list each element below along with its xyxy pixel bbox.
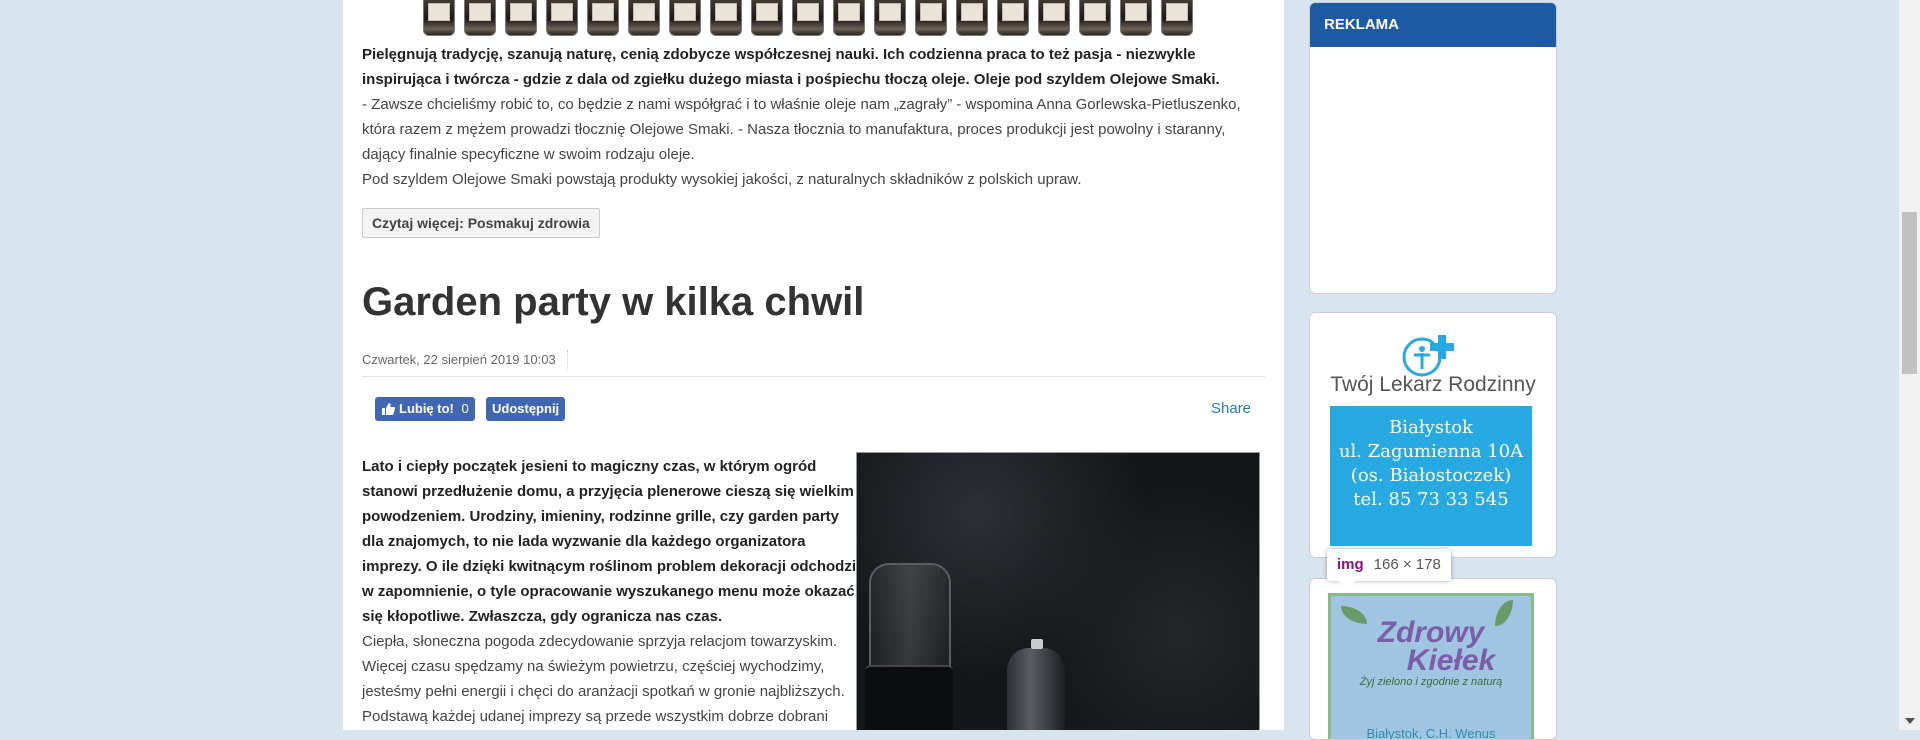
ad-city: Białystok (1389, 417, 1473, 438)
medical-cross-icon (1402, 335, 1454, 377)
bottle (628, 0, 660, 36)
ad-address-panel: Białystok ul. Zagumienna 10A (os. Białos… (1330, 406, 1532, 546)
prev-article-paragraph: - Zawsze chcieliśmy robić to, co będzie … (362, 96, 1241, 163)
tooltip-tag: img (1337, 556, 1364, 573)
facebook-share-button[interactable]: Udostępnij (486, 397, 566, 421)
share-link[interactable]: Share (1211, 400, 1251, 417)
ad-box-reklama: REKLAMA (1309, 2, 1557, 294)
bottle (874, 0, 906, 36)
bottle (423, 0, 455, 36)
bottle (1161, 0, 1193, 36)
ad-lekarz-rodzinny[interactable]: Twój Lekarz Rodzinny Białystok ul. Zagum… (1309, 312, 1557, 558)
ad-zdrowy-kielek[interactable]: Zdrowy Kiełek Żyj zielono i zgodnie z na… (1309, 578, 1557, 740)
bottle (751, 0, 783, 36)
tumbler (1007, 648, 1065, 730)
bottle (792, 0, 824, 36)
ad-title-2: Kiełek (1406, 644, 1496, 677)
ad-district: (os. Białostoczek) (1350, 465, 1512, 486)
prev-article-lead: Pielęgnują tradycję, szanują naturę, cen… (362, 46, 1220, 88)
article-body: Ciepła, słoneczna pogoda zdecydowanie sp… (362, 633, 845, 725)
ad-clinic-name: Twój Lekarz Rodzinny (1330, 373, 1536, 396)
prev-article-paragraph-2: Pod szyldem Olejowe Smaki powstają produ… (362, 171, 1082, 188)
bottle (956, 0, 988, 36)
ad-zdrowy-kielek-image: Zdrowy Kiełek Żyj zielono i zgodnie z na… (1328, 593, 1534, 740)
article-lead: Lato i ciepły początek jesieni to magicz… (362, 458, 857, 625)
bottle (997, 0, 1029, 36)
thumbs-up-icon (382, 403, 395, 415)
bottle (710, 0, 742, 36)
ad-street: ul. Zagumienna 10A (1338, 441, 1524, 462)
ad-phone: tel. 85 73 33 545 (1353, 489, 1509, 510)
bottle (546, 0, 578, 36)
bottle (1079, 0, 1111, 36)
article-photo (856, 452, 1260, 730)
tooltip-dimensions: 166 × 178 (1373, 556, 1441, 573)
scroll-down-arrow-icon[interactable] (1905, 718, 1915, 724)
bottle (833, 0, 865, 36)
main-content: Pielęgnują tradycję, szanują naturę, cen… (343, 0, 1284, 730)
devtools-image-tooltip: img 166 × 178 (1327, 549, 1451, 589)
product-photo-strip (423, 0, 1203, 38)
scrollbar[interactable] (1899, 0, 1920, 730)
ad-location: Białystok, C.H. Wenus (1366, 726, 1496, 740)
read-more-button[interactable]: Czytaj więcej: Posmakuj zdrowia (362, 208, 600, 238)
scrollbar-thumb[interactable] (1902, 212, 1917, 374)
bottle (669, 0, 701, 36)
ad-box-title: REKLAMA (1310, 3, 1556, 47)
article-date: Czwartek, 22 sierpień 2019 10:03 (362, 350, 568, 370)
bottle (915, 0, 947, 36)
bottle (505, 0, 537, 36)
facebook-like-button[interactable]: Lubię to! 0 (375, 397, 475, 421)
like-label: Lubię to! (399, 401, 454, 416)
bottle (587, 0, 619, 36)
divider (362, 376, 1265, 377)
article-title[interactable]: Garden party w kilka chwil (362, 276, 864, 328)
bottle (1120, 0, 1152, 36)
ad-slogan: Żyj zielono i zgodnie z naturą (1359, 676, 1503, 688)
bottle (1038, 0, 1070, 36)
bottle (464, 0, 496, 36)
blender-base (865, 665, 953, 730)
like-count: 0 (461, 401, 469, 416)
